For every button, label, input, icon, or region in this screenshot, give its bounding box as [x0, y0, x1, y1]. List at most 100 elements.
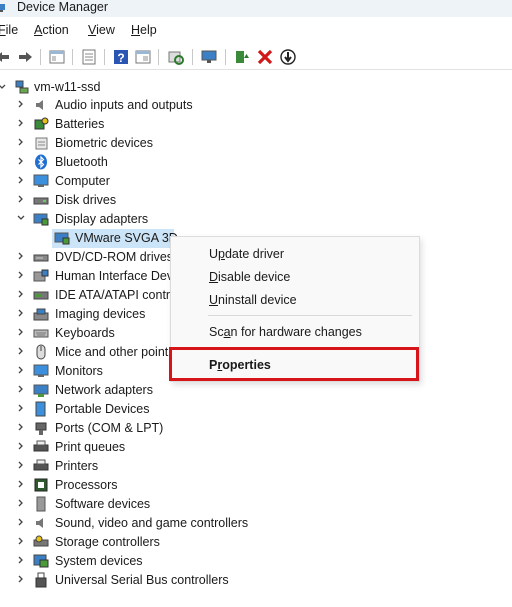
system-device-icon [33, 554, 49, 568]
tree-item-label: Audio inputs and outputs [55, 98, 193, 112]
tree-item-disk-drives[interactable]: Disk drives [0, 191, 300, 210]
scan-hardware-icon[interactable] [167, 48, 185, 66]
back-arrow-icon[interactable] [0, 48, 12, 66]
properties-icon[interactable] [80, 48, 98, 66]
tree-item-label: Sound, video and game controllers [55, 516, 249, 530]
tree-item-processors[interactable]: Processors [0, 476, 300, 495]
tree-item-bluetooth[interactable]: Bluetooth [0, 153, 300, 172]
network-icon [33, 384, 49, 397]
chevron-right-icon[interactable] [16, 479, 26, 489]
chevron-right-icon[interactable] [16, 422, 26, 432]
menu-item-update-driver[interactable]: Update driver [209, 247, 284, 261]
menu-item-uninstall-device[interactable]: Uninstall device [209, 293, 297, 307]
tree-item-label: Printers [55, 459, 99, 473]
display-adapter-icon [54, 232, 70, 245]
tree-item-label: Monitors [55, 364, 103, 378]
menu-item-disable-device[interactable]: Disable device [209, 270, 290, 284]
menu-action[interactable]: Action [34, 23, 69, 37]
tree-item-label: Computer [55, 174, 110, 188]
chevron-right-icon[interactable] [16, 536, 26, 546]
tree-item-label: Batteries [55, 117, 105, 131]
tree-item-batteries[interactable]: Batteries [0, 115, 300, 134]
tree-item-system[interactable]: System devices [0, 552, 300, 571]
chevron-right-icon[interactable] [16, 460, 26, 470]
tree-item-label: Disk drives [55, 193, 117, 207]
tree-item-label: Portable Devices [55, 402, 150, 416]
menu-separator [208, 315, 412, 316]
tree-item-label: Storage controllers [55, 535, 160, 549]
uninstall-icon[interactable] [256, 48, 274, 66]
tree-item-label: Ports (COM & LPT) [55, 421, 164, 435]
tree-item-label: Bluetooth [55, 155, 108, 169]
chevron-right-icon[interactable] [16, 555, 26, 565]
tree-item-printers[interactable]: Printers [0, 457, 300, 476]
tree-item-display-adapters[interactable]: Display adapters [0, 210, 300, 229]
menu-file[interactable]: File [0, 23, 18, 37]
chevron-right-icon[interactable] [16, 441, 26, 451]
chevron-right-icon[interactable] [16, 270, 26, 280]
chevron-right-icon[interactable] [16, 156, 26, 166]
chevron-right-icon[interactable] [16, 118, 26, 128]
tree-item-vmware-svga[interactable]: VMware SVGA 3D [0, 229, 180, 248]
chevron-down-icon[interactable] [16, 213, 26, 223]
tree-item-label: IDE ATA/ATAPI contro [55, 288, 178, 302]
chevron-right-icon[interactable] [16, 327, 26, 337]
chevron-right-icon[interactable] [16, 289, 26, 299]
chevron-right-icon[interactable] [16, 384, 26, 394]
tree-item-network[interactable]: Network adapters [0, 381, 300, 400]
tree-item-sound[interactable]: Sound, video and game controllers [0, 514, 300, 533]
chevron-right-icon[interactable] [16, 99, 26, 109]
tree-item-print-queues[interactable]: Print queues [0, 438, 300, 457]
menu-help[interactable]: Help [131, 23, 157, 37]
speaker-icon [36, 518, 43, 528]
chevron-right-icon[interactable] [16, 498, 26, 508]
menu-bar: File Action View Help [0, 19, 512, 41]
disk-drive-icon [33, 197, 49, 205]
storage-controller-icon [33, 535, 49, 547]
monitor-icon [33, 364, 49, 377]
portable-device-icon [35, 401, 46, 417]
chevron-right-icon[interactable] [16, 137, 26, 147]
tree-item-portable[interactable]: Portable Devices [0, 400, 300, 419]
tree-item-biometric[interactable]: Biometric devices [0, 134, 300, 153]
tree-item-ports[interactable]: Ports (COM & LPT) [0, 419, 300, 438]
software-device-icon [36, 496, 46, 512]
forward-arrow-icon[interactable] [16, 48, 34, 66]
menu-item-scan-hardware[interactable]: Scan for hardware changes [209, 325, 362, 339]
tree-item-label: Print queues [55, 440, 126, 454]
chevron-right-icon[interactable] [16, 403, 26, 413]
properties-highlight-box [169, 347, 419, 381]
update-driver-icon[interactable] [233, 48, 251, 66]
chevron-right-icon[interactable] [16, 365, 26, 375]
tree-item-computer[interactable]: Computer [0, 172, 300, 191]
tree-item-audio[interactable]: Audio inputs and outputs [0, 96, 300, 115]
tree-item-storage[interactable]: Storage controllers [0, 533, 300, 552]
monitor-icon[interactable] [200, 48, 218, 66]
ide-controller-icon [33, 291, 49, 300]
tree-item-label: Keyboards [55, 326, 115, 340]
chevron-down-icon[interactable] [0, 82, 7, 92]
chevron-right-icon[interactable] [16, 517, 26, 527]
chevron-right-icon[interactable] [16, 346, 26, 356]
keyboard-icon [33, 329, 49, 338]
chevron-right-icon[interactable] [16, 175, 26, 185]
imaging-icon [33, 308, 49, 321]
tree-item-usb[interactable]: Universal Serial Bus controllers [0, 571, 300, 590]
disable-device-icon[interactable] [279, 48, 297, 66]
chevron-right-icon[interactable] [16, 194, 26, 204]
chevron-right-icon[interactable] [16, 574, 26, 584]
show-hide-tree-icon[interactable] [48, 48, 66, 66]
tree-item-label: Human Interface Dev [55, 269, 174, 283]
help-icon[interactable]: ? [112, 48, 130, 66]
tree-item-software-devices[interactable]: Software devices [0, 495, 300, 514]
toolbar: ? [0, 43, 512, 70]
tree-root-label: vm-w11-ssd [34, 80, 101, 94]
tree-item-label: DVD/CD-ROM drives [55, 250, 174, 264]
tree-item-label: Software devices [55, 497, 151, 511]
chevron-right-icon[interactable] [16, 308, 26, 318]
tree-root[interactable]: vm-w11-ssd [0, 78, 300, 97]
view-icon[interactable] [134, 48, 152, 66]
chevron-right-icon[interactable] [16, 251, 26, 261]
menu-view[interactable]: View [88, 23, 115, 37]
printer-icon [33, 440, 49, 452]
